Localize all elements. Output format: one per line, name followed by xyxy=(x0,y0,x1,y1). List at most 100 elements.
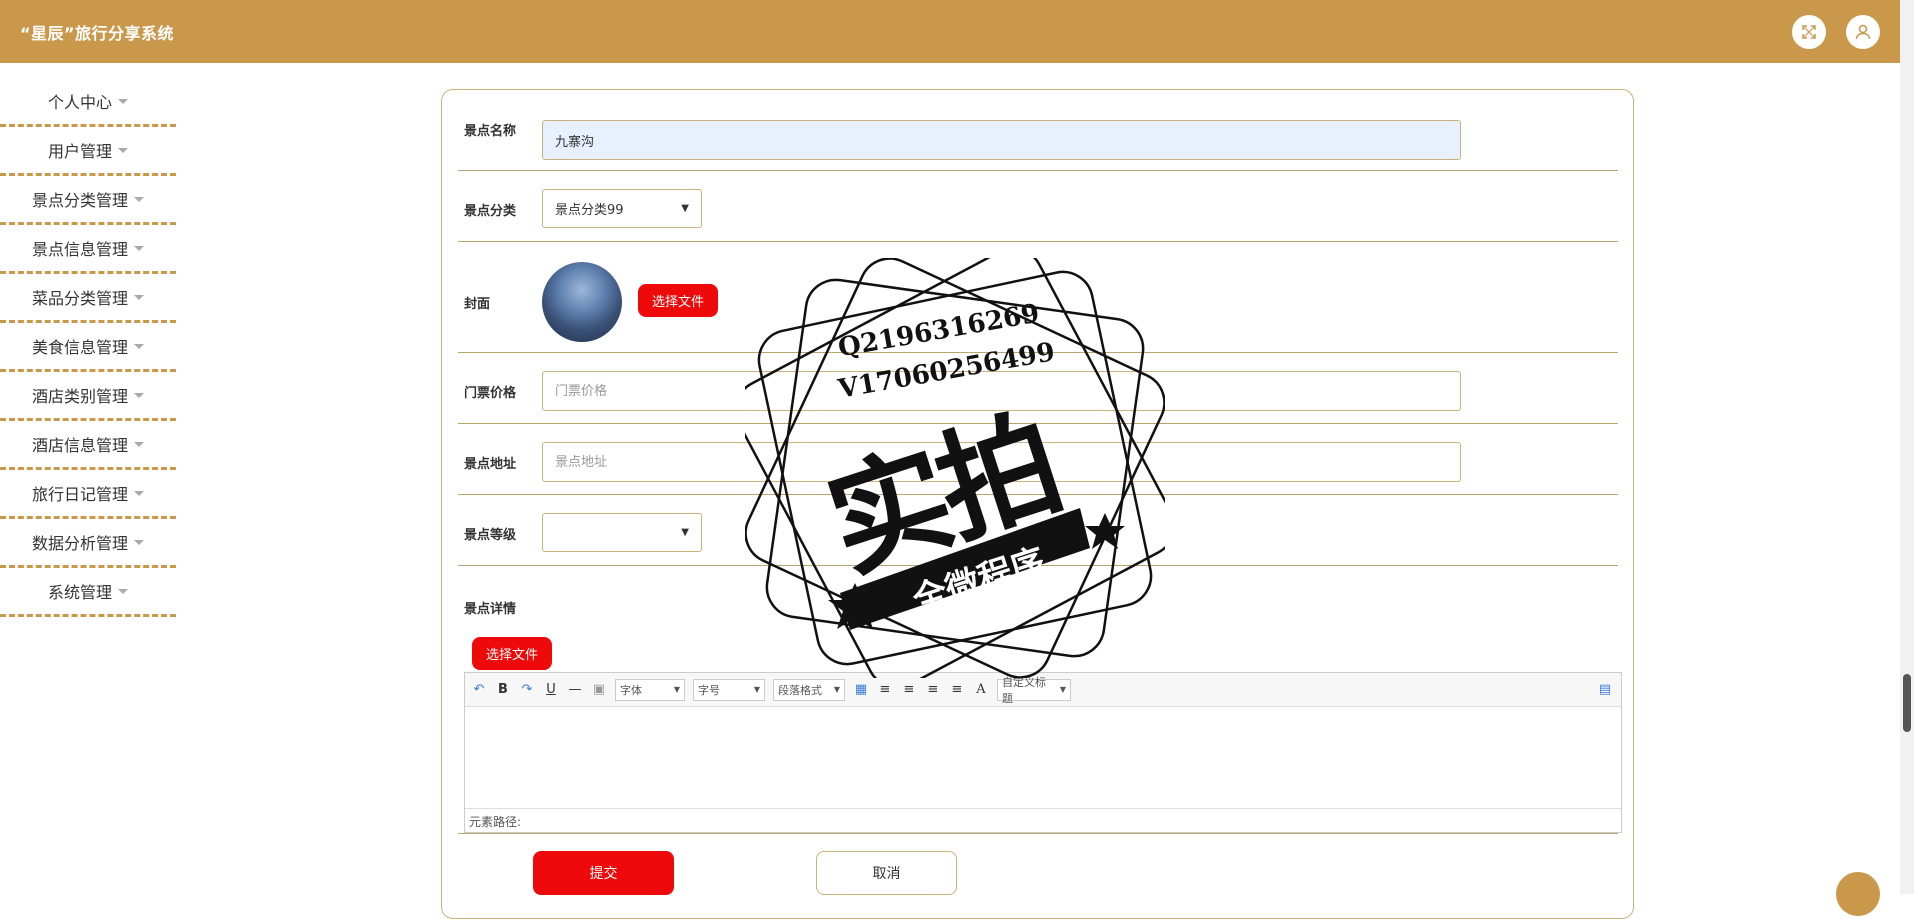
sidebar-item-attraction-category[interactable]: 景点分类管理 xyxy=(0,176,176,225)
editor-status-bar: 元素路径: xyxy=(465,808,1621,832)
detail-label: 景点详情 xyxy=(464,602,517,617)
cancel-button[interactable]: 取消 xyxy=(816,851,957,895)
font-color-icon[interactable]: A xyxy=(973,682,989,698)
align-justify-icon[interactable]: ≡ xyxy=(949,682,965,698)
caret-down-icon xyxy=(134,441,144,447)
ticket-price-input[interactable] xyxy=(542,371,1461,411)
sidebar-item-label: 美食信息管理 xyxy=(31,338,128,357)
align-right-icon[interactable]: ≡ xyxy=(901,682,917,698)
horizontal-rule-icon[interactable]: — xyxy=(567,682,583,698)
caret-down-icon xyxy=(134,196,144,202)
top-header: “星辰”旅行分享系统 xyxy=(0,0,1900,63)
sidebar-item-travel-diary[interactable]: 旅行日记管理 xyxy=(0,470,176,519)
sidebar-item-system[interactable]: 系统管理 xyxy=(0,568,176,617)
detail-choose-file-button[interactable]: 选择文件 xyxy=(472,637,552,670)
font-family-combo-label: 字体 xyxy=(620,683,642,697)
sidebar-item-label: 旅行日记管理 xyxy=(31,485,128,504)
sidebar-item-data-analysis[interactable]: 数据分析管理 xyxy=(0,519,176,568)
user-menu-button[interactable] xyxy=(1846,15,1880,49)
name-label: 景点名称 xyxy=(464,124,517,139)
chevron-down-icon: ▼ xyxy=(673,685,680,694)
font-family-combo[interactable]: 字体 ▼ xyxy=(615,678,685,701)
price-label: 门票价格 xyxy=(464,386,517,401)
form-row-price: 门票价格 xyxy=(458,353,1618,424)
chevron-down-icon: ▼ xyxy=(1059,685,1066,694)
caret-down-icon xyxy=(118,147,128,153)
editor-toolbar: ↶ B ↷ U — ▣ 字体 ▼ 字号 ▼ 段落格式 ▼ ▦ ≡ ≡ ≡ ≡ A 自定… xyxy=(465,673,1621,707)
chevron-down-icon: ▼ xyxy=(753,685,760,694)
scrollbar-thumb[interactable] xyxy=(1903,674,1911,732)
caret-down-icon xyxy=(134,539,144,545)
sidebar-item-dish-category[interactable]: 菜品分类管理 xyxy=(0,274,176,323)
sidebar-item-label: 景点分类管理 xyxy=(31,191,128,210)
rich-text-editor: ↶ B ↷ U — ▣ 字体 ▼ 字号 ▼ 段落格式 ▼ ▦ ≡ ≡ ≡ ≡ A 自定… xyxy=(464,672,1622,833)
form-row-address: 景点地址 xyxy=(458,424,1618,495)
category-selected-value: 景点分类99 xyxy=(555,203,624,218)
caret-down-icon xyxy=(134,392,144,398)
category-select[interactable]: 景点分类99 ▼ xyxy=(542,189,702,228)
sidebar-menu: 个人中心 用户管理 景点分类管理 景点信息管理 菜品分类管理 美食信息管理 酒店… xyxy=(0,78,176,617)
source-view-icon[interactable]: ▤ xyxy=(1597,682,1613,698)
chevron-down-icon: ▼ xyxy=(833,685,840,694)
header-actions xyxy=(1792,15,1880,49)
sidebar-item-label: 酒店信息管理 xyxy=(31,436,128,455)
custom-title-combo[interactable]: 自定义标题 ▼ xyxy=(997,676,1071,705)
underline-icon[interactable]: U xyxy=(543,682,559,698)
custom-title-combo-label: 自定义标题 xyxy=(1002,675,1046,705)
level-select[interactable]: ▼ xyxy=(542,513,702,552)
page-scrollbar[interactable] xyxy=(1900,0,1914,894)
sidebar-item-personal-center[interactable]: 个人中心 xyxy=(0,78,176,127)
table-icon[interactable]: ▦ xyxy=(853,682,869,698)
user-icon xyxy=(1855,24,1871,40)
cover-label: 封面 xyxy=(464,297,491,312)
editor-content-area[interactable] xyxy=(465,707,1621,808)
bold-icon[interactable]: B xyxy=(495,682,511,698)
attraction-form-panel: 景点名称 景点分类 景点分类99 ▼ 封面 选择文件 门票价格 景点地址 景点等… xyxy=(441,89,1634,919)
level-label: 景点等级 xyxy=(464,528,517,543)
form-row-category: 景点分类 景点分类99 ▼ xyxy=(458,171,1618,242)
address-input[interactable] xyxy=(542,442,1461,482)
sidebar-item-food-info[interactable]: 美食信息管理 xyxy=(0,323,176,372)
caret-down-icon xyxy=(118,588,128,594)
sidebar-item-user-management[interactable]: 用户管理 xyxy=(0,127,176,176)
fullscreen-icon xyxy=(1802,25,1816,39)
form-divider xyxy=(458,833,1618,834)
align-left-icon[interactable]: ≡ xyxy=(877,682,893,698)
sidebar-item-attraction-info[interactable]: 景点信息管理 xyxy=(0,225,176,274)
chevron-down-icon: ▼ xyxy=(681,203,689,214)
font-size-combo-label: 字号 xyxy=(698,683,720,697)
caret-down-icon xyxy=(134,245,144,251)
cover-choose-file-button[interactable]: 选择文件 xyxy=(638,284,718,317)
caret-down-icon xyxy=(118,98,128,104)
fullscreen-button[interactable] xyxy=(1792,15,1826,49)
back-to-top-button[interactable] xyxy=(1836,872,1880,916)
sidebar-item-label: 景点信息管理 xyxy=(31,240,128,259)
address-label: 景点地址 xyxy=(464,457,517,472)
sidebar-item-label: 个人中心 xyxy=(47,93,112,112)
sidebar-item-label: 酒店类别管理 xyxy=(31,387,128,406)
sidebar-item-label: 菜品分类管理 xyxy=(31,289,128,308)
form-row-level: 景点等级 ▼ xyxy=(458,495,1618,566)
form-row-name: 景点名称 xyxy=(458,90,1618,171)
paragraph-format-combo[interactable]: 段落格式 ▼ xyxy=(773,678,845,701)
form-row-cover: 封面 选择文件 xyxy=(458,242,1618,353)
font-size-combo[interactable]: 字号 ▼ xyxy=(693,678,765,701)
sidebar-item-label: 用户管理 xyxy=(47,142,112,161)
category-label: 景点分类 xyxy=(464,204,517,219)
sidebar-item-label: 系统管理 xyxy=(47,583,112,602)
sidebar-item-hotel-info[interactable]: 酒店信息管理 xyxy=(0,421,176,470)
redo-icon[interactable]: ↷ xyxy=(519,682,535,698)
align-center-icon[interactable]: ≡ xyxy=(925,682,941,698)
caret-down-icon xyxy=(134,294,144,300)
attraction-name-input[interactable] xyxy=(542,120,1461,160)
cover-image xyxy=(542,262,622,342)
document-icon[interactable]: ▣ xyxy=(591,682,607,698)
undo-icon[interactable]: ↶ xyxy=(471,682,487,698)
app-title: “星辰”旅行分享系统 xyxy=(20,23,175,43)
caret-down-icon xyxy=(134,490,144,496)
submit-button[interactable]: 提交 xyxy=(533,851,674,895)
sidebar-item-hotel-category[interactable]: 酒店类别管理 xyxy=(0,372,176,421)
paragraph-format-combo-label: 段落格式 xyxy=(778,683,822,697)
chevron-down-icon: ▼ xyxy=(681,527,689,538)
sidebar-item-label: 数据分析管理 xyxy=(31,534,128,553)
